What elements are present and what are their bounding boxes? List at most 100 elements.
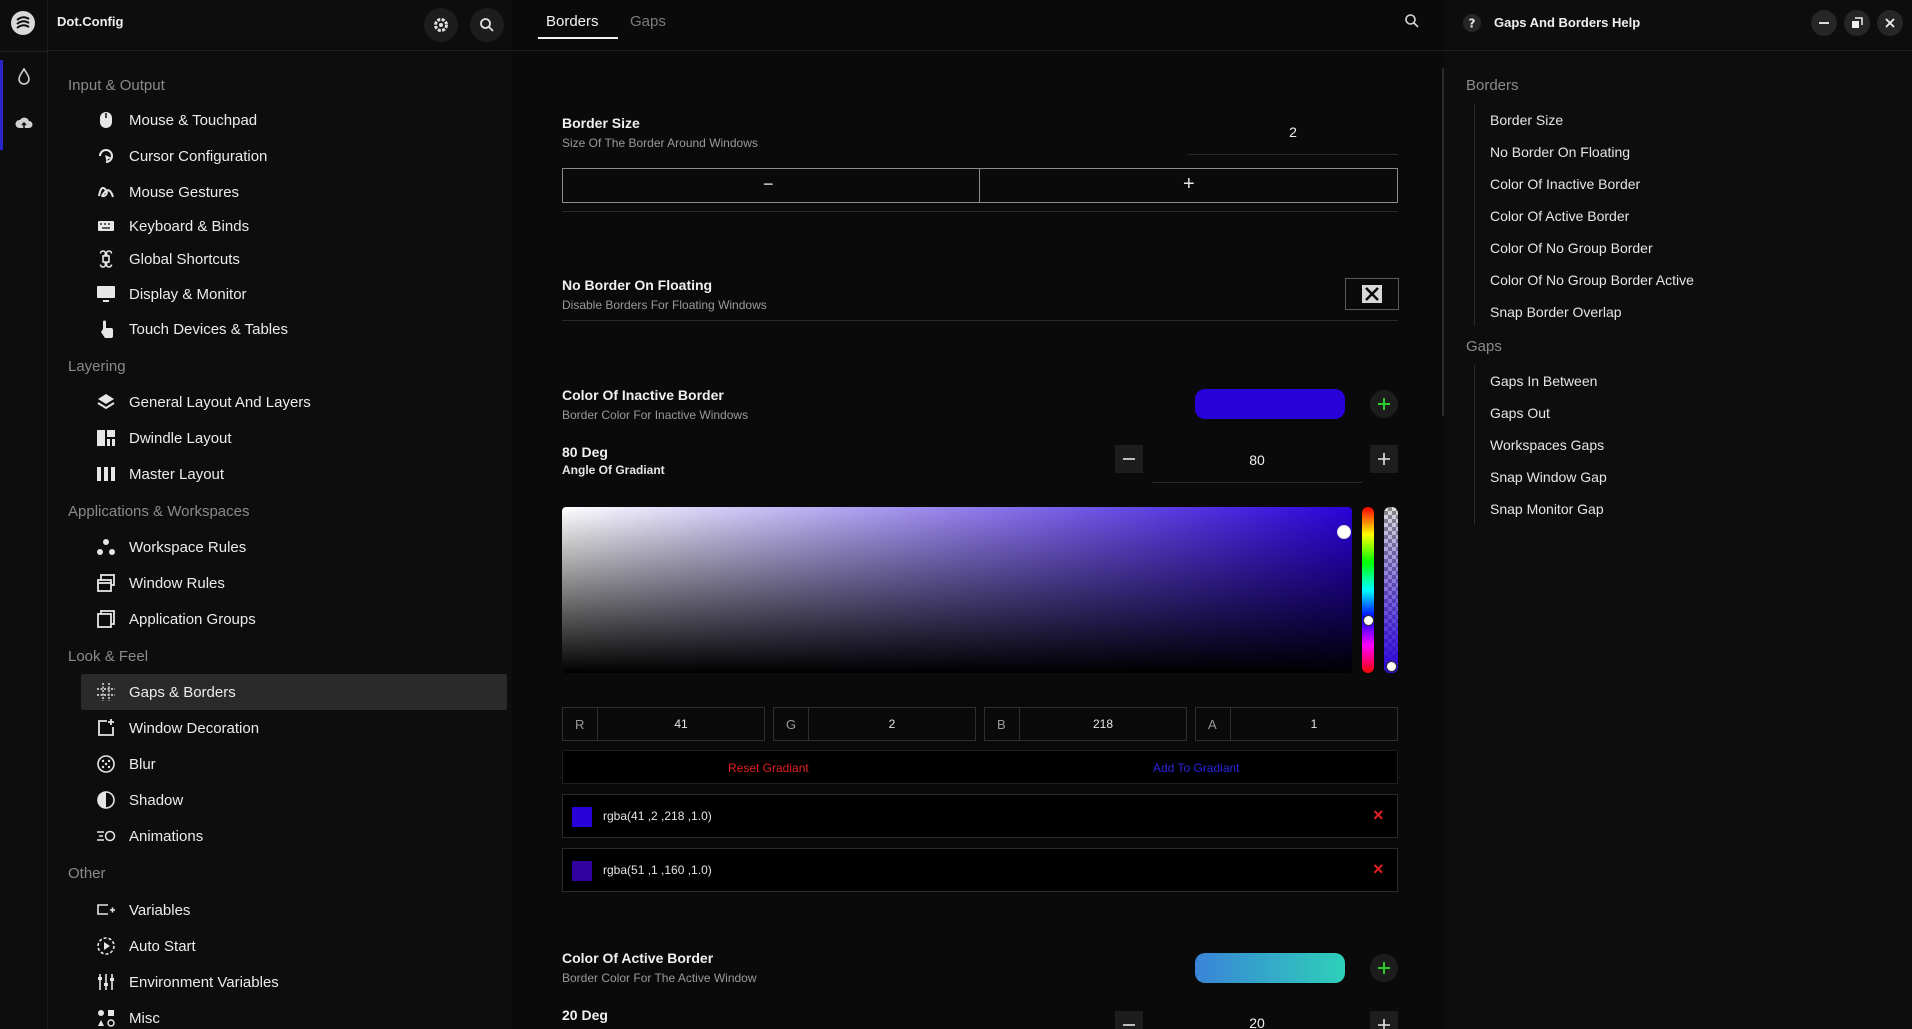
border-size-decrement-button[interactable]: − xyxy=(562,168,980,203)
inactive-border-add-button[interactable] xyxy=(1370,390,1398,418)
sidebar-item-label: Global Shortcuts xyxy=(129,250,240,268)
sidebar-item-misc[interactable]: Misc xyxy=(81,1000,507,1029)
sidebar-item-gaps-borders[interactable]: Gaps & Borders xyxy=(81,674,507,710)
sidebar-item-auto-start[interactable]: Auto Start xyxy=(81,928,507,964)
sidebar-item-environment-variables[interactable]: Environment Variables xyxy=(81,964,507,1000)
left-rail xyxy=(0,0,48,1029)
sidebar-item-master-layout[interactable]: Master Layout xyxy=(81,456,507,492)
checkbox-x-icon xyxy=(1362,285,1382,303)
help-link-no-group-border[interactable]: Color Of No Group Border xyxy=(1490,240,1653,256)
border-size-underline xyxy=(1188,154,1398,155)
sidebar-item-animations[interactable]: Animations xyxy=(81,818,507,854)
sidebar-item-label: General Layout And Layers xyxy=(129,393,311,411)
no-border-floating-checkbox[interactable] xyxy=(1345,278,1399,310)
alpha-handle[interactable] xyxy=(1386,661,1397,672)
alpha-field[interactable]: A 1 xyxy=(1195,707,1398,741)
color-saturation-area[interactable] xyxy=(562,507,1352,673)
sidebar-item-label: Blur xyxy=(129,755,156,773)
layers-icon xyxy=(95,391,117,413)
minus-icon xyxy=(1123,458,1135,460)
angle-decrement-button[interactable] xyxy=(1115,445,1143,473)
sidebar-item-label: Variables xyxy=(129,901,191,919)
sidebar-item-cursor-configuration[interactable]: Cursor Configuration xyxy=(81,138,507,174)
stop-value: rgba(41 ,2 ,218 ,1.0) xyxy=(603,809,712,823)
red-field[interactable]: R 41 xyxy=(562,707,765,741)
sidebar-item-general-layout[interactable]: General Layout And Layers xyxy=(81,384,507,420)
sidebar-item-mouse-gestures[interactable]: Mouse Gestures xyxy=(81,174,507,210)
sidebar-item-mouse-touchpad[interactable]: Mouse & Touchpad xyxy=(81,102,507,138)
red-value: 41 xyxy=(674,717,688,731)
blue-field[interactable]: B 218 xyxy=(984,707,1187,741)
cloud-upload-icon[interactable] xyxy=(14,114,34,134)
tab-gaps[interactable]: Gaps xyxy=(630,13,666,30)
angle-increment-button[interactable] xyxy=(1370,445,1398,473)
gradient-stop[interactable]: rgba(41 ,2 ,218 ,1.0) × xyxy=(562,794,1398,838)
help-link-active-border[interactable]: Color Of Active Border xyxy=(1490,208,1629,224)
alpha-slider-fill xyxy=(1384,507,1398,673)
sidebar-item-window-decoration[interactable]: Window Decoration xyxy=(81,710,507,746)
remove-stop-icon[interactable]: × xyxy=(1373,859,1384,880)
help-link-border-size[interactable]: Border Size xyxy=(1490,112,1563,128)
add-to-gradient-button[interactable]: Add To Gradiant xyxy=(1153,761,1240,775)
sidebar-item-global-shortcuts[interactable]: Global Shortcuts xyxy=(81,241,507,277)
shadow-icon xyxy=(95,789,117,811)
border-size-increment-button[interactable]: + xyxy=(979,168,1398,203)
active-border-add-button[interactable] xyxy=(1370,954,1398,982)
help-tree-line xyxy=(1474,104,1475,326)
sidebar-item-keyboard-binds[interactable]: Keyboard & Binds xyxy=(81,208,507,244)
help-link-gaps-in-between[interactable]: Gaps In Between xyxy=(1490,373,1597,389)
sidebar-item-workspace-rules[interactable]: Workspace Rules xyxy=(81,529,507,565)
active-border-desc: Border Color For The Active Window xyxy=(562,971,757,985)
active-angle-value[interactable]: 20 xyxy=(1152,1015,1362,1029)
active-border-swatch[interactable] xyxy=(1195,953,1345,983)
app-logo-icon xyxy=(11,11,35,35)
sidebar-item-shadow[interactable]: Shadow xyxy=(81,782,507,818)
help-section-gaps[interactable]: Gaps xyxy=(1466,338,1502,355)
gradient-actions: Reset Gradiant Add To Gradiant xyxy=(562,750,1398,784)
inactive-border-swatch[interactable] xyxy=(1195,389,1345,419)
border-size-value[interactable]: 2 xyxy=(1188,124,1398,140)
hue-slider[interactable] xyxy=(1362,507,1374,673)
help-link-snap-monitor-gap[interactable]: Snap Monitor Gap xyxy=(1490,501,1604,517)
inactive-angle-value[interactable]: 80 xyxy=(1152,452,1362,468)
sidebar-item-dwindle-layout[interactable]: Dwindle Layout xyxy=(81,420,507,456)
minimize-button[interactable] xyxy=(1811,10,1837,36)
help-section-borders[interactable]: Borders xyxy=(1466,77,1519,94)
tab-borders[interactable]: Borders xyxy=(546,13,599,30)
saturation-handle[interactable] xyxy=(1337,525,1351,539)
sidebar-search-button[interactable] xyxy=(470,8,504,42)
decoration-icon xyxy=(95,717,117,739)
help-link-gaps-out[interactable]: Gaps Out xyxy=(1490,405,1550,421)
sidebar-item-variables[interactable]: Variables xyxy=(81,892,507,928)
green-field[interactable]: G 2 xyxy=(773,707,976,741)
droplet-icon[interactable] xyxy=(14,66,34,86)
sidebar-item-window-rules[interactable]: Window Rules xyxy=(81,565,507,601)
active-angle-decrement-button[interactable] xyxy=(1115,1011,1143,1029)
help-link-inactive-border[interactable]: Color Of Inactive Border xyxy=(1490,176,1640,192)
close-button[interactable] xyxy=(1877,10,1903,36)
sidebar-item-application-groups[interactable]: Application Groups xyxy=(81,601,507,637)
sidebar-item-display-monitor[interactable]: Display & Monitor xyxy=(81,276,507,312)
gradient-stop[interactable]: rgba(51 ,1 ,160 ,1.0) × xyxy=(562,848,1398,892)
gear-icon xyxy=(434,18,448,32)
help-panel: ? Gaps And Borders Help Borders Border S… xyxy=(1444,0,1912,1029)
sidebar-item-label: Window Decoration xyxy=(129,719,260,737)
main-search-icon[interactable] xyxy=(1404,13,1420,29)
remove-stop-icon[interactable]: × xyxy=(1373,805,1384,826)
help-link-snap-border-overlap[interactable]: Snap Border Overlap xyxy=(1490,304,1622,320)
no-border-floating-desc: Disable Borders For Floating Windows xyxy=(562,298,767,312)
red-key: R xyxy=(575,717,585,732)
settings-button[interactable] xyxy=(424,8,458,42)
help-link-workspaces-gaps[interactable]: Workspaces Gaps xyxy=(1490,437,1604,453)
active-angle-increment-button[interactable] xyxy=(1370,1011,1398,1029)
restore-button[interactable] xyxy=(1844,10,1870,36)
sidebar-item-blur[interactable]: Blur xyxy=(81,746,507,782)
sidebar-item-label: Display & Monitor xyxy=(129,285,247,303)
sidebar-item-touch-devices[interactable]: Touch Devices & Tables xyxy=(81,311,507,347)
help-link-no-group-border-active[interactable]: Color Of No Group Border Active xyxy=(1490,272,1694,288)
help-link-no-border-floating[interactable]: No Border On Floating xyxy=(1490,144,1630,160)
blue-key: B xyxy=(997,717,1006,732)
help-link-snap-window-gap[interactable]: Snap Window Gap xyxy=(1490,469,1607,485)
hue-handle[interactable] xyxy=(1363,615,1374,626)
reset-gradient-button[interactable]: Reset Gradiant xyxy=(728,761,809,775)
